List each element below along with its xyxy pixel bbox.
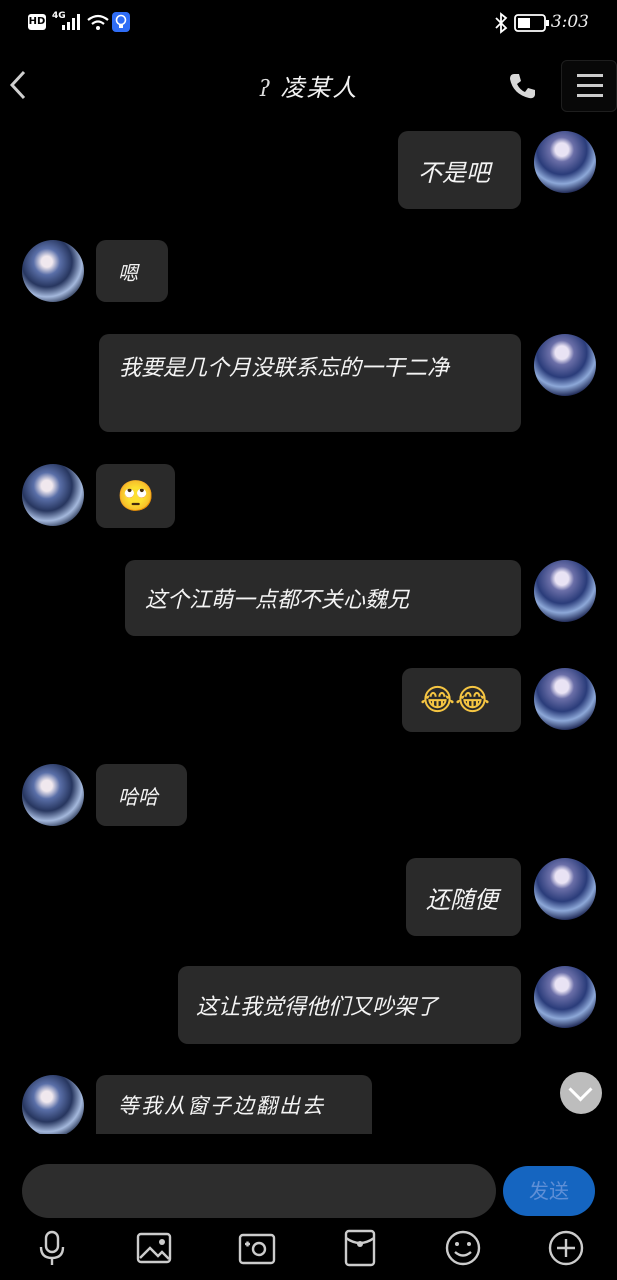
contact-avatar[interactable] [22, 764, 84, 826]
message-bubble-sent[interactable]: 不是吧 [398, 131, 521, 209]
plus-icon[interactable] [546, 1228, 586, 1268]
message-bubble-received[interactable]: 等我从窗子边翻出去 [96, 1075, 372, 1134]
battery-icon [514, 14, 549, 32]
scroll-to-bottom-button[interactable] [560, 1072, 602, 1114]
signal-icon [62, 14, 80, 30]
ear-icon: ʔ [258, 77, 273, 102]
status-bar: HD 4G 3:03 [0, 0, 617, 46]
contact-avatar[interactable] [22, 240, 84, 302]
message-bubble-received[interactable]: 🙄 [96, 464, 175, 528]
send-button[interactable]: 发送 [503, 1166, 595, 1216]
my-avatar[interactable] [534, 334, 596, 396]
clock: 3:03 [550, 12, 589, 32]
image-icon[interactable] [134, 1228, 174, 1268]
my-avatar[interactable] [534, 966, 596, 1028]
hd-indicator: HD [28, 14, 46, 30]
contact-name: 凌某人 [280, 74, 359, 102]
message-bubble-sent[interactable]: 这个江萌一点都不关心魏兄 [125, 560, 521, 636]
my-avatar[interactable] [534, 858, 596, 920]
menu-button[interactable] [561, 60, 617, 112]
message-bubble-sent[interactable]: 还随便 [406, 858, 521, 936]
red-packet-icon[interactable] [340, 1228, 380, 1268]
laughing-emoji: 😂😂 [420, 682, 491, 718]
contact-avatar[interactable] [22, 464, 84, 526]
camera-icon[interactable] [237, 1228, 277, 1268]
mic-icon[interactable] [32, 1228, 72, 1268]
rolling-eyes-emoji: 🙄 [117, 478, 155, 514]
message-bubble-sent[interactable]: 这让我觉得他们又吵架了 [178, 966, 521, 1044]
message-input[interactable] [22, 1164, 496, 1218]
my-avatar[interactable] [534, 668, 596, 730]
bluetooth-icon [495, 12, 508, 34]
emoji-icon[interactable] [443, 1228, 483, 1268]
message-row-clipped: 等我从窗子边翻出去 [0, 1070, 617, 1134]
wifi-icon [87, 14, 109, 30]
notification-app-icon [112, 12, 130, 32]
message-bubble-received[interactable]: 嗯 [96, 240, 168, 302]
my-avatar[interactable] [534, 131, 596, 193]
message-bubble-received[interactable]: 哈哈 [96, 764, 187, 826]
my-avatar[interactable] [534, 560, 596, 622]
message-bubble-sent[interactable]: 😂😂 [402, 668, 521, 732]
contact-avatar[interactable] [22, 1075, 84, 1134]
phone-icon[interactable] [508, 72, 536, 100]
message-bubble-sent[interactable]: 我要是几个月没联系忘的一干二净 [99, 334, 521, 432]
